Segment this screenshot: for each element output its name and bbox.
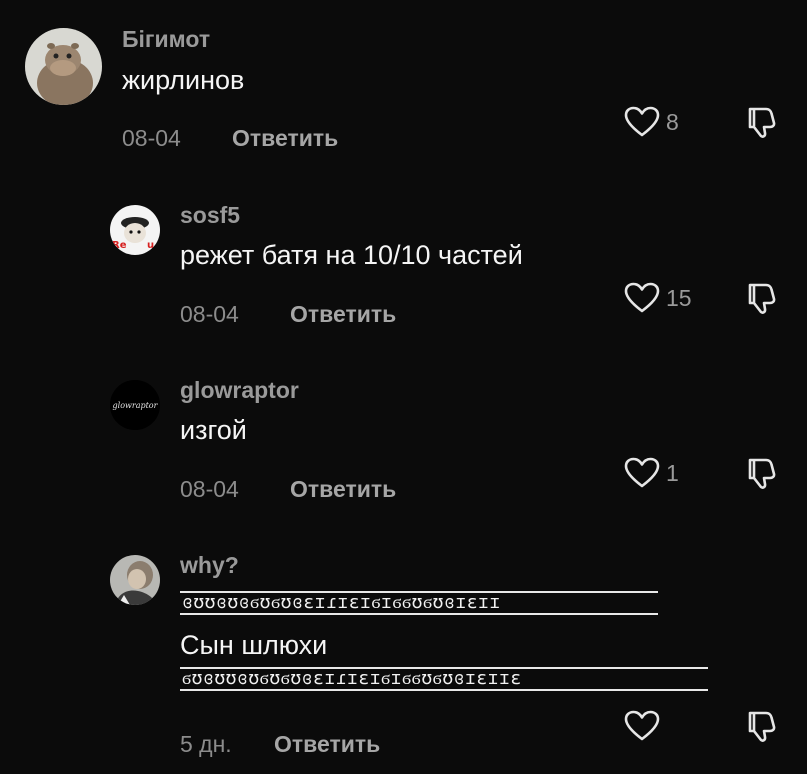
thumbs-down-outline-icon — [744, 280, 780, 316]
comment-date: 08-04 — [122, 125, 181, 151]
dog-avatar[interactable]: Re u — [110, 205, 160, 255]
comment-date: 08-04 — [180, 301, 239, 327]
comment-text: Сын шлюхи — [180, 630, 328, 660]
comment-date: 5 дн. — [180, 731, 232, 757]
like-button[interactable]: 15 — [624, 282, 692, 314]
comment-username[interactable]: Бігимот — [122, 26, 210, 53]
like-button[interactable]: 8 — [624, 106, 679, 138]
comment-username[interactable]: glowraptor — [180, 377, 299, 404]
person-avatar[interactable] — [110, 555, 160, 605]
comment-username[interactable]: sosf5 — [180, 202, 240, 229]
heart-outline-icon — [624, 710, 660, 742]
dislike-button[interactable] — [744, 455, 780, 491]
comment-date: 08-04 — [180, 476, 239, 502]
reply-button[interactable]: Ответить — [290, 476, 396, 503]
decorative-glyph-line: ϭʊɞʊʊɞʊϭʊϭʊɞɛɪɾɪɛɪϭɪϭϭʊϭʊɞɪɛɪɪɛ — [180, 667, 708, 691]
like-count: 15 — [666, 284, 692, 311]
svg-text:u: u — [147, 240, 154, 251]
heart-outline-icon — [624, 282, 660, 314]
reply-button[interactable]: Ответить — [274, 731, 380, 758]
comment-username[interactable]: why? — [180, 552, 239, 579]
hippo-avatar[interactable] — [25, 28, 102, 105]
thumbs-down-outline-icon — [744, 104, 780, 140]
comment-text: жирлинов — [122, 65, 245, 95]
comment-text: режет батя на 10/10 частей — [180, 240, 523, 270]
thumbs-down-outline-icon — [744, 708, 780, 744]
heart-outline-icon — [624, 457, 660, 489]
like-button[interactable] — [624, 710, 666, 742]
glowraptor-text-avatar[interactable]: glowraptor — [110, 380, 160, 430]
avatar-text: glowraptor — [113, 401, 159, 410]
decorative-glyph-line: ɞʊʊɞʊɞϭʊϭʊɞɛɪɾɪɛɪϭɪϭϭʊϭʊɞɪɛɪɪ — [180, 591, 658, 615]
reply-button[interactable]: Ответить — [232, 125, 338, 152]
comment-text: изгой — [180, 415, 247, 445]
dislike-button[interactable] — [744, 708, 780, 744]
heart-outline-icon — [624, 106, 660, 138]
like-button[interactable]: 1 — [624, 457, 679, 489]
svg-text:Re: Re — [112, 240, 127, 251]
thumbs-down-outline-icon — [744, 455, 780, 491]
comments-page: Бігимот жирлинов 08-04 Ответить 8 Re u s… — [0, 0, 807, 774]
like-count: 8 — [666, 108, 679, 135]
dislike-button[interactable] — [744, 104, 780, 140]
like-count: 1 — [666, 459, 679, 486]
dislike-button[interactable] — [744, 280, 780, 316]
reply-button[interactable]: Ответить — [290, 301, 396, 328]
